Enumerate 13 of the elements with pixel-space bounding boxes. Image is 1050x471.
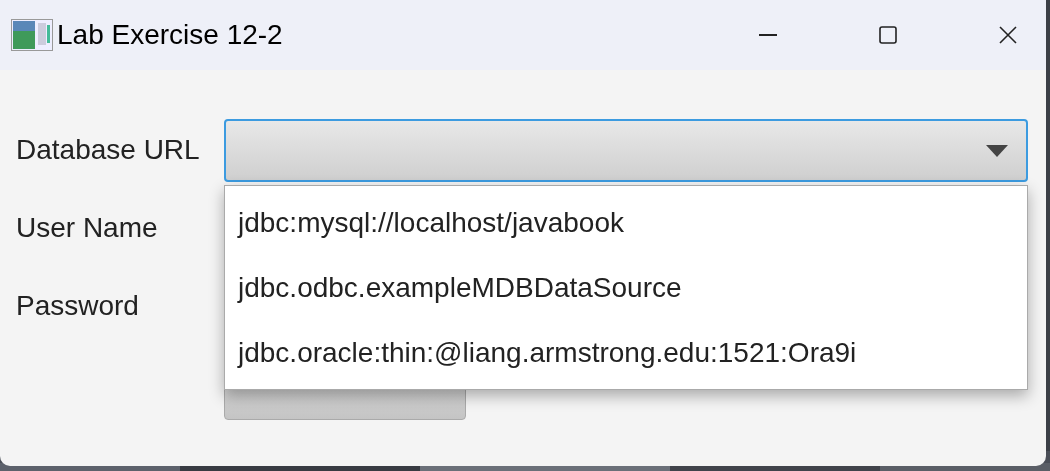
field-label: Password	[16, 289, 140, 323]
minimize-icon	[759, 34, 777, 36]
dropdown-option[interactable]: jdbc:mysql://localhost/javabook	[225, 190, 1027, 255]
dropdown-option[interactable]: jdbc.odbc.exampleMDBDataSource	[225, 255, 1027, 320]
field-label: User Name	[16, 211, 159, 245]
url-dropdown[interactable]	[224, 119, 1028, 182]
app-icon	[11, 19, 53, 51]
field-label: Database URL	[16, 133, 200, 167]
maximize-icon	[879, 26, 897, 44]
dropdown-arrow-icon	[986, 144, 1008, 157]
dropdown-option[interactable]: jdbc.oracle:thin:@liang.armstrong.edu:1521:Ora9i	[225, 320, 1027, 385]
window-title: Lab Exercise 12-2	[57, 18, 283, 52]
close-icon	[999, 26, 1017, 44]
